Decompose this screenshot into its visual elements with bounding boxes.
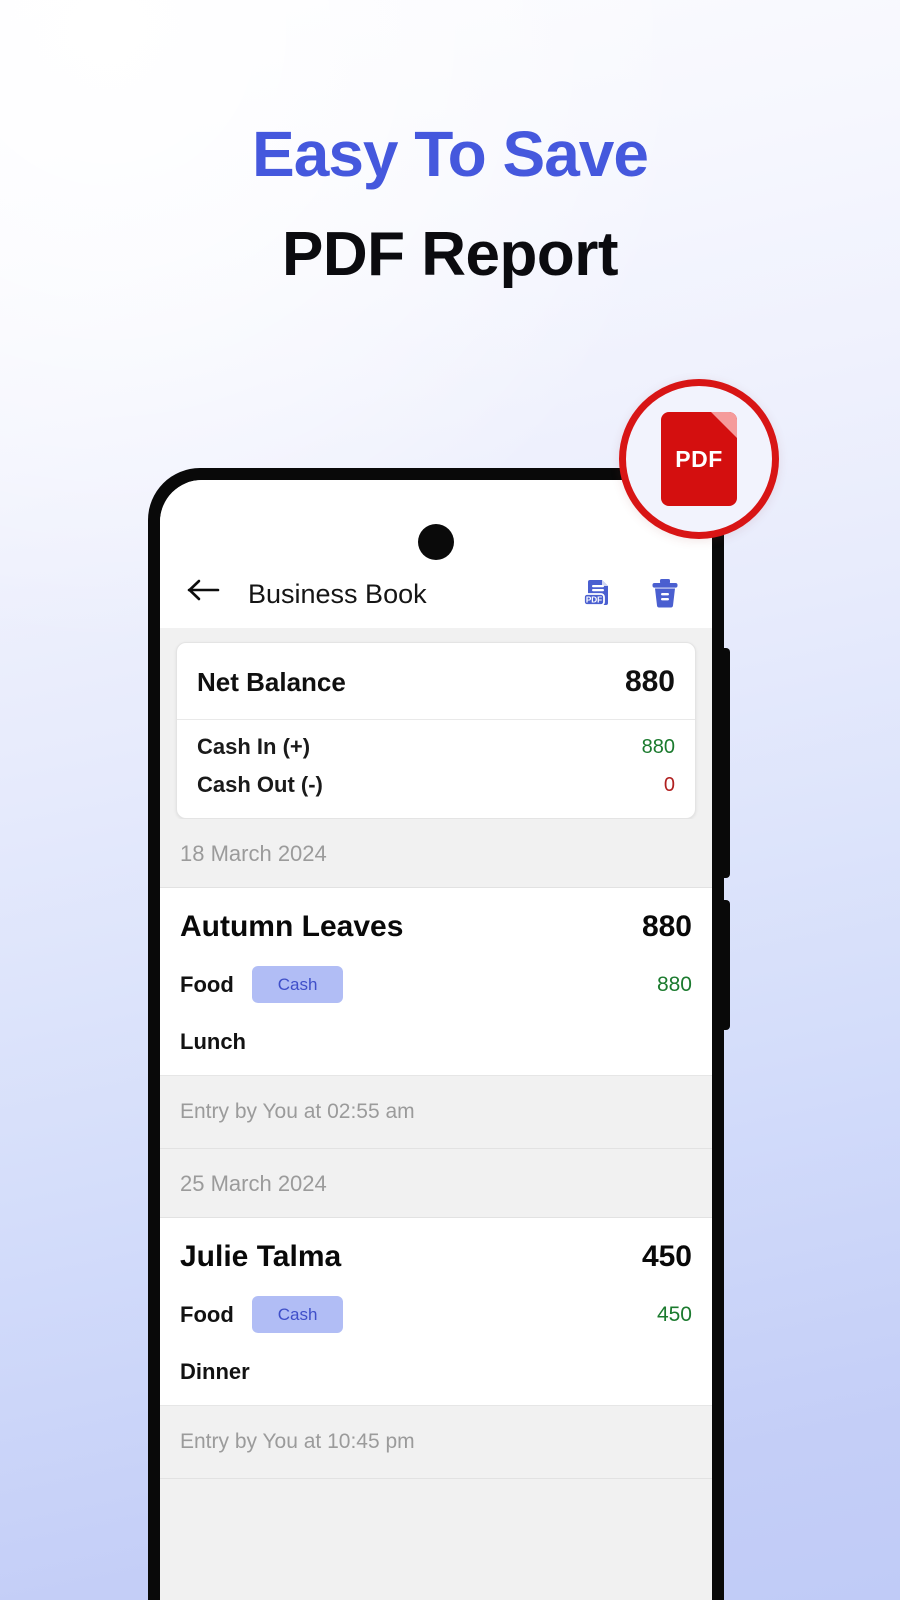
entry-amount-small: 450 — [656, 1302, 692, 1326]
svg-text:PDF: PDF — [586, 595, 602, 604]
entry-meta: Food Cash 450 — [180, 1296, 692, 1333]
cash-in-row: Cash In (+) 880 — [177, 720, 695, 766]
payment-method-chip[interactable]: Cash — [251, 1296, 344, 1333]
front-camera-punch-hole — [418, 524, 454, 560]
trash-icon[interactable] — [648, 576, 682, 610]
net-balance-value: 880 — [624, 665, 675, 698]
transaction-entry[interactable]: Autumn Leaves 880 Food Cash 880 Lunch — [160, 888, 712, 1075]
phone-screen: Business Book PDF Net Balance 880 Cash I… — [160, 480, 712, 1600]
page-title: Business Book — [248, 579, 427, 609]
pdf-document-icon: PDF — [661, 412, 737, 506]
entry-note: Dinner — [180, 1359, 250, 1384]
date-header: 25 March 2024 — [160, 1149, 712, 1218]
cash-in-value: 880 — [641, 735, 675, 758]
headline-line-1: Easy To Save — [252, 118, 649, 190]
entry-amount: 880 — [641, 910, 692, 943]
entry-category: Food — [180, 1301, 234, 1327]
payment-method-chip[interactable]: Cash — [251, 966, 344, 1003]
entry-meta-left: Food Cash — [180, 1296, 344, 1333]
cash-in-label: Cash In (+) — [197, 734, 311, 759]
entry-meta-left: Food Cash — [180, 966, 344, 1003]
entry-amount: 450 — [641, 1240, 692, 1273]
net-balance-row: Net Balance 880 — [177, 643, 695, 720]
net-balance-label: Net Balance — [197, 666, 346, 697]
phone-volume-button[interactable] — [718, 648, 730, 878]
phone-mockup: Business Book PDF Net Balance 880 Cash I… — [148, 468, 730, 1600]
cash-out-row: Cash Out (-) 0 — [177, 766, 695, 818]
cash-out-value: 0 — [663, 773, 675, 796]
back-arrow-icon[interactable] — [184, 570, 224, 610]
entry-meta: Food Cash 880 — [180, 966, 692, 1003]
date-header: 18 March 2024 — [160, 819, 712, 888]
entry-note: Lunch — [180, 1029, 246, 1054]
entry-amount-small: 880 — [656, 972, 692, 996]
entry-header: Autumn Leaves 880 — [180, 910, 692, 944]
headline-line-2: PDF Report — [282, 220, 619, 289]
entry-header: Julie Talma 450 — [180, 1240, 692, 1274]
app-bar-actions: PDF — [580, 576, 688, 610]
pdf-export-icon[interactable]: PDF — [580, 576, 614, 610]
entry-category: Food — [180, 971, 234, 997]
pdf-badge-label: PDF — [675, 445, 723, 472]
promo-headline: Easy To Save PDF Report — [0, 122, 900, 286]
entry-footer: Entry by You at 02:55 am — [160, 1075, 712, 1149]
entry-footer: Entry by You at 10:45 pm — [160, 1405, 712, 1479]
entry-title: Julie Talma — [180, 1240, 342, 1273]
pdf-badge: PDF — [619, 379, 779, 539]
net-balance-card[interactable]: Net Balance 880 Cash In (+) 880 Cash Out… — [176, 642, 696, 819]
phone-power-button[interactable] — [718, 900, 730, 1030]
app-content: Net Balance 880 Cash In (+) 880 Cash Out… — [160, 628, 712, 1600]
promo-screenshot: Easy To Save PDF Report PDF Business Boo… — [0, 0, 900, 1600]
cash-out-label: Cash Out (-) — [197, 772, 323, 797]
entry-title: Autumn Leaves — [180, 910, 404, 943]
transaction-entry[interactable]: Julie Talma 450 Food Cash 450 Dinner — [160, 1218, 712, 1405]
